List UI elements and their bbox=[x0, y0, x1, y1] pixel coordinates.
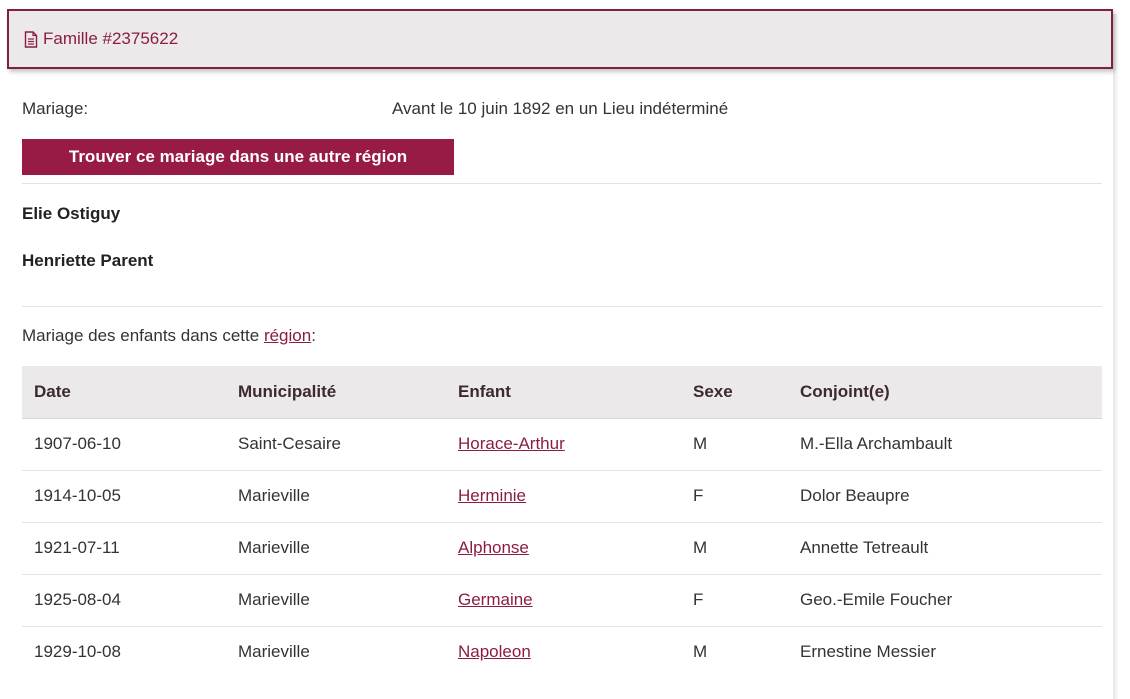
children-label-text: Mariage des enfants dans cette bbox=[22, 326, 264, 345]
children-marriages-table: Date Municipalité Enfant Sexe Conjoint(e… bbox=[22, 366, 1102, 678]
sex-cell: M bbox=[681, 418, 788, 471]
spouse-cell: Annette Tetreault bbox=[788, 522, 1102, 575]
marriage-label: Mariage: bbox=[22, 99, 89, 118]
column-header: Conjoint(e) bbox=[788, 366, 1102, 419]
municipality-cell: Marieville bbox=[226, 470, 446, 523]
children-marriages-label: Mariage des enfants dans cette région: bbox=[22, 326, 316, 346]
panel-shadow bbox=[1113, 14, 1119, 699]
table-row: 1921-07-11 Marieville Alphonse M Annette… bbox=[22, 522, 1102, 575]
child-cell: Herminie bbox=[446, 470, 681, 523]
spouse-cell: Geo.-Emile Foucher bbox=[788, 574, 1102, 627]
municipality-cell: Marieville bbox=[238, 642, 310, 661]
date-cell: 1929-10-08 bbox=[34, 642, 121, 661]
marriage-value: Avant le 10 juin 1892 en un Lieu indéter… bbox=[392, 99, 729, 118]
child-link[interactable]: Germaine bbox=[458, 590, 533, 609]
region-link[interactable]: région bbox=[264, 326, 311, 345]
column-header: Sexe bbox=[681, 366, 788, 419]
table-header-row: Date Municipalité Enfant Sexe Conjoint(e… bbox=[22, 366, 1102, 419]
divider bbox=[22, 183, 1102, 184]
spouse-cell: Ernestine Messier bbox=[800, 642, 937, 661]
date-cell: 1921-07-11 bbox=[22, 522, 226, 575]
child-cell: Germaine bbox=[446, 574, 681, 627]
spouse-cell: M.-Ella Archambault bbox=[788, 418, 1102, 471]
municipality-cell: Marieville bbox=[226, 574, 446, 627]
find-marriage-button[interactable]: Trouver ce mariage dans une autre région bbox=[22, 139, 454, 175]
municipality-cell: Saint-Cesaire bbox=[226, 418, 446, 471]
column-header: Municipalité bbox=[226, 366, 446, 419]
sex-cell: F bbox=[681, 574, 788, 627]
table-row: 1925-08-04 Marieville Germaine F Geo.-Em… bbox=[22, 574, 1102, 627]
column-header: Date bbox=[22, 366, 226, 419]
date-cell: 1914-10-05 bbox=[22, 470, 226, 523]
municipality-cell: Marieville bbox=[226, 522, 446, 575]
sex-cell: M bbox=[681, 522, 788, 575]
sex-cell: M bbox=[693, 642, 708, 661]
spouse-name: Elie Ostiguy bbox=[22, 204, 121, 223]
spouse-cell: Dolor Beaupre bbox=[788, 470, 1102, 523]
child-link[interactable]: Horace-Arthur bbox=[458, 434, 565, 453]
children-label-suffix: : bbox=[311, 326, 316, 345]
child-cell: Napoleon bbox=[446, 626, 681, 678]
family-title: Famille #2375622 bbox=[43, 29, 179, 48]
date-cell: 1925-08-04 bbox=[22, 574, 226, 627]
divider bbox=[22, 306, 1102, 307]
table-row: 1914-10-05 Marieville Herminie F Dolor B… bbox=[22, 470, 1102, 523]
child-link[interactable]: Herminie bbox=[458, 486, 526, 505]
document-icon bbox=[24, 30, 38, 48]
sex-cell: F bbox=[681, 470, 788, 523]
child-cell: Alphonse bbox=[446, 522, 681, 575]
table-row: 1907-06-10 Saint-Cesaire Horace-Arthur M… bbox=[22, 418, 1102, 471]
spouse-name: Henriette Parent bbox=[22, 251, 154, 270]
table-row: 1929-10-08 Marieville Napoleon M Ernesti… bbox=[22, 626, 1102, 678]
family-header: Famille #2375622 bbox=[7, 9, 1113, 69]
child-cell: Horace-Arthur bbox=[446, 418, 681, 471]
column-header: Enfant bbox=[446, 366, 681, 419]
date-cell: 1907-06-10 bbox=[22, 418, 226, 471]
child-link[interactable]: Alphonse bbox=[458, 538, 529, 557]
child-link[interactable]: Napoleon bbox=[458, 642, 531, 661]
